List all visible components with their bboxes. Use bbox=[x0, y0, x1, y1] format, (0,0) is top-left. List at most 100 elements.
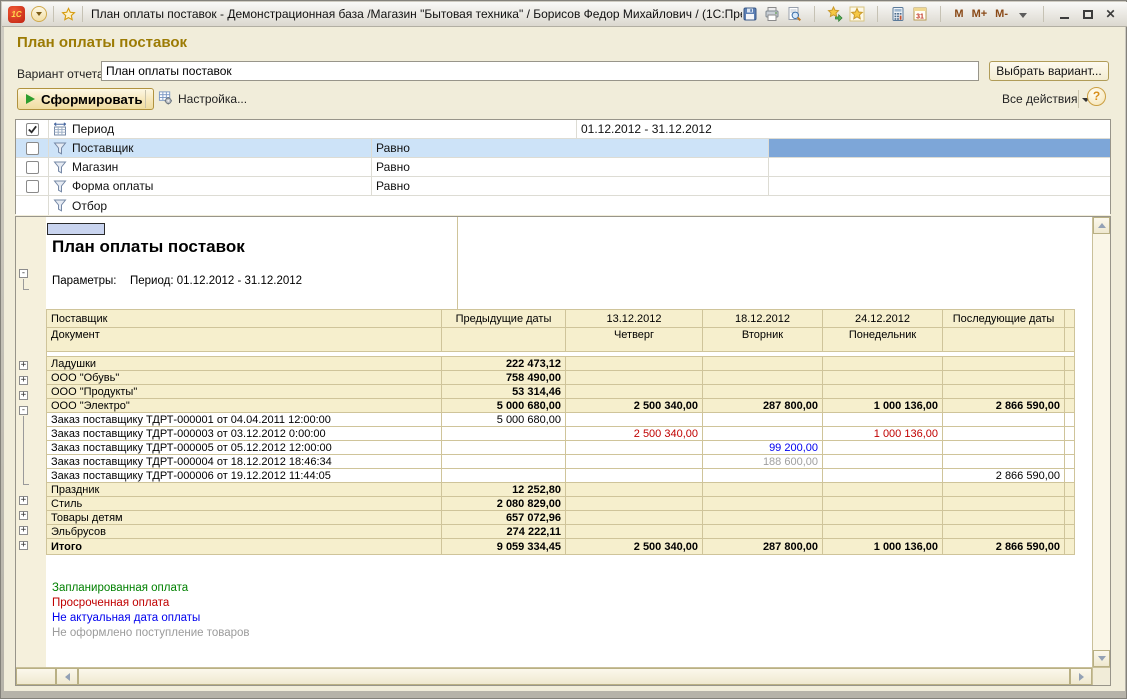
filter-row-selection[interactable]: Отбор bbox=[16, 196, 1110, 215]
settings-button[interactable]: Настройка... bbox=[152, 90, 253, 108]
filter-value-cell[interactable] bbox=[769, 177, 1110, 195]
extra-cell[interactable] bbox=[1065, 469, 1075, 483]
expand-button[interactable]: + bbox=[19, 391, 28, 400]
amount-cell[interactable] bbox=[823, 371, 943, 385]
filter-label-cell[interactable]: Поставщик bbox=[49, 139, 372, 157]
horizontal-scrollbar[interactable] bbox=[16, 667, 1092, 685]
calculator-icon[interactable] bbox=[890, 6, 906, 22]
filter-label-cell[interactable]: Форма оплаты bbox=[49, 177, 372, 195]
scroll-left-button[interactable] bbox=[56, 668, 78, 685]
supplier-cell[interactable]: ООО "Электро" bbox=[47, 399, 442, 413]
amount-cell[interactable] bbox=[823, 413, 943, 427]
amount-cell[interactable] bbox=[566, 455, 703, 469]
amount-cell[interactable]: 2 866 590,00 bbox=[943, 399, 1065, 413]
amount-cell[interactable]: 222 473,12 bbox=[442, 357, 566, 371]
amount-cell[interactable]: 758 490,00 bbox=[442, 371, 566, 385]
extra-cell[interactable] bbox=[1065, 539, 1075, 555]
filter-label-cell[interactable]: Период bbox=[49, 120, 577, 138]
filter-row-supplier[interactable]: ПоставщикРавно bbox=[16, 139, 1110, 158]
expand-button[interactable]: + bbox=[19, 541, 28, 550]
supplier-cell[interactable]: Стиль bbox=[47, 497, 442, 511]
memory-button-m-minus[interactable]: M- bbox=[994, 8, 1009, 20]
memory-button-m[interactable]: M bbox=[953, 8, 964, 20]
amount-cell[interactable]: 2 500 340,00 bbox=[566, 427, 703, 441]
amount-cell[interactable]: 5 000 680,00 bbox=[442, 413, 566, 427]
amount-cell[interactable] bbox=[442, 427, 566, 441]
amount-cell[interactable]: 9 059 334,45 bbox=[442, 539, 566, 555]
expand-button[interactable]: + bbox=[19, 376, 28, 385]
help-button[interactable]: ? bbox=[1087, 87, 1106, 106]
add-favorite-icon[interactable] bbox=[827, 6, 843, 22]
maximize-button[interactable] bbox=[1079, 6, 1096, 22]
supplier-cell[interactable]: Эльбрусов bbox=[47, 525, 442, 539]
report-row-detail[interactable]: Заказ поставщику ТДРТ-000001 от 04.04.20… bbox=[47, 413, 1075, 427]
amount-cell[interactable]: 99 200,00 bbox=[703, 441, 823, 455]
amount-cell[interactable] bbox=[566, 497, 703, 511]
extra-cell[interactable] bbox=[1065, 497, 1075, 511]
amount-cell[interactable]: 53 314,46 bbox=[442, 385, 566, 399]
document-cell[interactable]: Заказ поставщику ТДРТ-000006 от 19.12.20… bbox=[47, 469, 442, 483]
all-actions-button[interactable]: Все действия bbox=[996, 91, 1096, 107]
extra-cell[interactable] bbox=[1065, 441, 1075, 455]
extra-cell[interactable] bbox=[1065, 511, 1075, 525]
amount-cell[interactable]: 657 072,96 bbox=[442, 511, 566, 525]
amount-cell[interactable] bbox=[943, 413, 1065, 427]
amount-cell[interactable]: 287 800,00 bbox=[703, 399, 823, 413]
supplier-cell[interactable]: ООО "Обувь" bbox=[47, 371, 442, 385]
amount-cell[interactable]: 188 600,00 bbox=[703, 455, 823, 469]
amount-cell[interactable] bbox=[823, 497, 943, 511]
report-row-detail[interactable]: Заказ поставщику ТДРТ-000005 от 05.12.20… bbox=[47, 441, 1075, 455]
report-row-total[interactable]: Итого9 059 334,452 500 340,00287 800,001… bbox=[47, 539, 1075, 555]
amount-cell[interactable] bbox=[943, 511, 1065, 525]
filter-condition-cell[interactable]: Равно bbox=[372, 177, 769, 195]
memory-button-m-plus[interactable]: M+ bbox=[971, 8, 989, 20]
scroll-right-button[interactable] bbox=[1070, 668, 1092, 685]
extra-cell[interactable] bbox=[1065, 455, 1075, 469]
amount-cell[interactable] bbox=[943, 371, 1065, 385]
amount-cell[interactable] bbox=[943, 357, 1065, 371]
supplier-cell[interactable]: ООО "Продукты" bbox=[47, 385, 442, 399]
amount-cell[interactable] bbox=[566, 469, 703, 483]
amount-cell[interactable]: 1 000 136,00 bbox=[823, 427, 943, 441]
collapse-button[interactable]: - bbox=[19, 269, 28, 278]
supplier-cell[interactable]: Товары детям bbox=[47, 511, 442, 525]
print-preview-icon[interactable] bbox=[786, 6, 802, 22]
toolbar-overflow-icon[interactable] bbox=[1015, 6, 1031, 22]
amount-cell[interactable] bbox=[703, 413, 823, 427]
filter-condition-cell[interactable]: Равно bbox=[372, 139, 769, 157]
filter-checkbox[interactable] bbox=[26, 161, 39, 174]
amount-cell[interactable]: 2 500 340,00 bbox=[566, 399, 703, 413]
amount-cell[interactable] bbox=[703, 427, 823, 441]
extra-cell[interactable] bbox=[1065, 427, 1075, 441]
extra-cell[interactable] bbox=[1065, 357, 1075, 371]
filter-row-payment-form[interactable]: Форма оплатыРавно bbox=[16, 177, 1110, 196]
amount-cell[interactable] bbox=[943, 525, 1065, 539]
amount-cell[interactable]: 287 800,00 bbox=[703, 539, 823, 555]
amount-cell[interactable] bbox=[703, 357, 823, 371]
report-row-detail[interactable]: Заказ поставщику ТДРТ-000004 от 18.12.20… bbox=[47, 455, 1075, 469]
report-row-detail[interactable]: Заказ поставщику ТДРТ-000003 от 03.12.20… bbox=[47, 427, 1075, 441]
document-cell[interactable]: Заказ поставщику ТДРТ-000003 от 03.12.20… bbox=[47, 427, 442, 441]
report-row-group[interactable]: ООО "Обувь"758 490,00 bbox=[47, 371, 1075, 385]
amount-cell[interactable] bbox=[823, 455, 943, 469]
amount-cell[interactable] bbox=[703, 497, 823, 511]
amount-cell[interactable] bbox=[566, 483, 703, 497]
document-cell[interactable]: Заказ поставщику ТДРТ-000001 от 04.04.20… bbox=[47, 413, 442, 427]
filter-value-cell[interactable] bbox=[769, 139, 1110, 157]
amount-cell[interactable] bbox=[823, 525, 943, 539]
amount-cell[interactable]: 1 000 136,00 bbox=[823, 399, 943, 413]
scroll-down-button[interactable] bbox=[1093, 650, 1110, 667]
choose-variant-button[interactable]: Выбрать вариант... bbox=[989, 61, 1109, 81]
horizontal-scroll-thumb[interactable] bbox=[78, 668, 1070, 685]
amount-cell[interactable]: 1 000 136,00 bbox=[823, 539, 943, 555]
vertical-scrollbar[interactable] bbox=[1092, 217, 1110, 667]
amount-cell[interactable]: 274 222,11 bbox=[442, 525, 566, 539]
variant-input[interactable] bbox=[101, 61, 979, 81]
report-row-group[interactable]: Товары детям657 072,96 bbox=[47, 511, 1075, 525]
report-row-detail[interactable]: Заказ поставщику ТДРТ-000006 от 19.12.20… bbox=[47, 469, 1075, 483]
amount-cell[interactable] bbox=[943, 497, 1065, 511]
extra-cell[interactable] bbox=[1065, 399, 1075, 413]
filter-checkbox[interactable] bbox=[26, 180, 39, 193]
filter-label-cell[interactable]: Отбор bbox=[49, 196, 1110, 215]
filter-condition-cell[interactable]: Равно bbox=[372, 158, 769, 176]
